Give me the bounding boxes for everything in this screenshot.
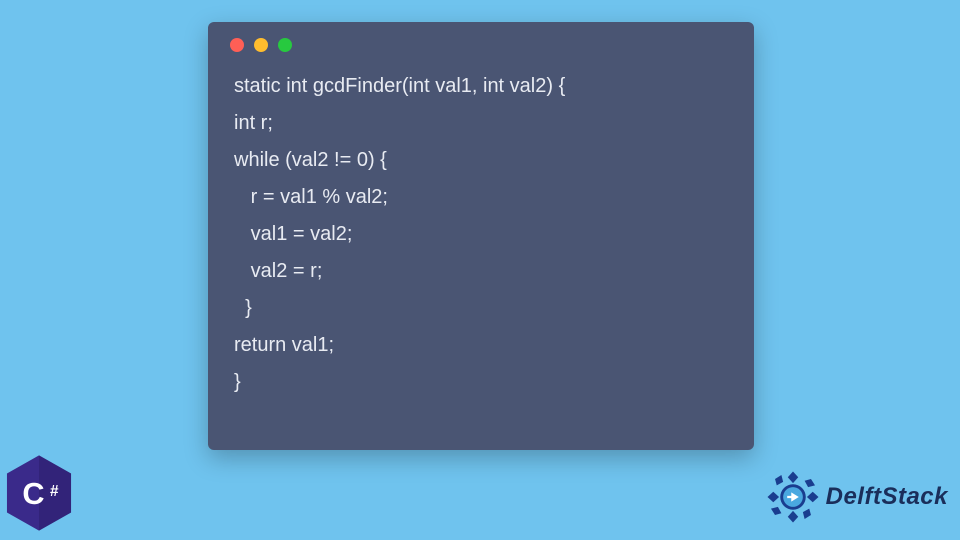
delftstack-emblem-icon xyxy=(764,468,822,526)
code-window: static int gcdFinder(int val1, int val2)… xyxy=(208,22,754,450)
csharp-hash: # xyxy=(50,483,59,500)
maximize-icon xyxy=(278,38,292,52)
minimize-icon xyxy=(254,38,268,52)
close-icon xyxy=(230,38,244,52)
csharp-letter: C xyxy=(22,477,44,511)
window-controls xyxy=(208,22,754,62)
csharp-logo: C # xyxy=(4,454,74,532)
code-content: static int gcdFinder(int val1, int val2)… xyxy=(208,62,754,421)
delftstack-brand-text: DelftStack xyxy=(826,483,948,511)
delftstack-logo: DelftStack xyxy=(764,468,948,526)
